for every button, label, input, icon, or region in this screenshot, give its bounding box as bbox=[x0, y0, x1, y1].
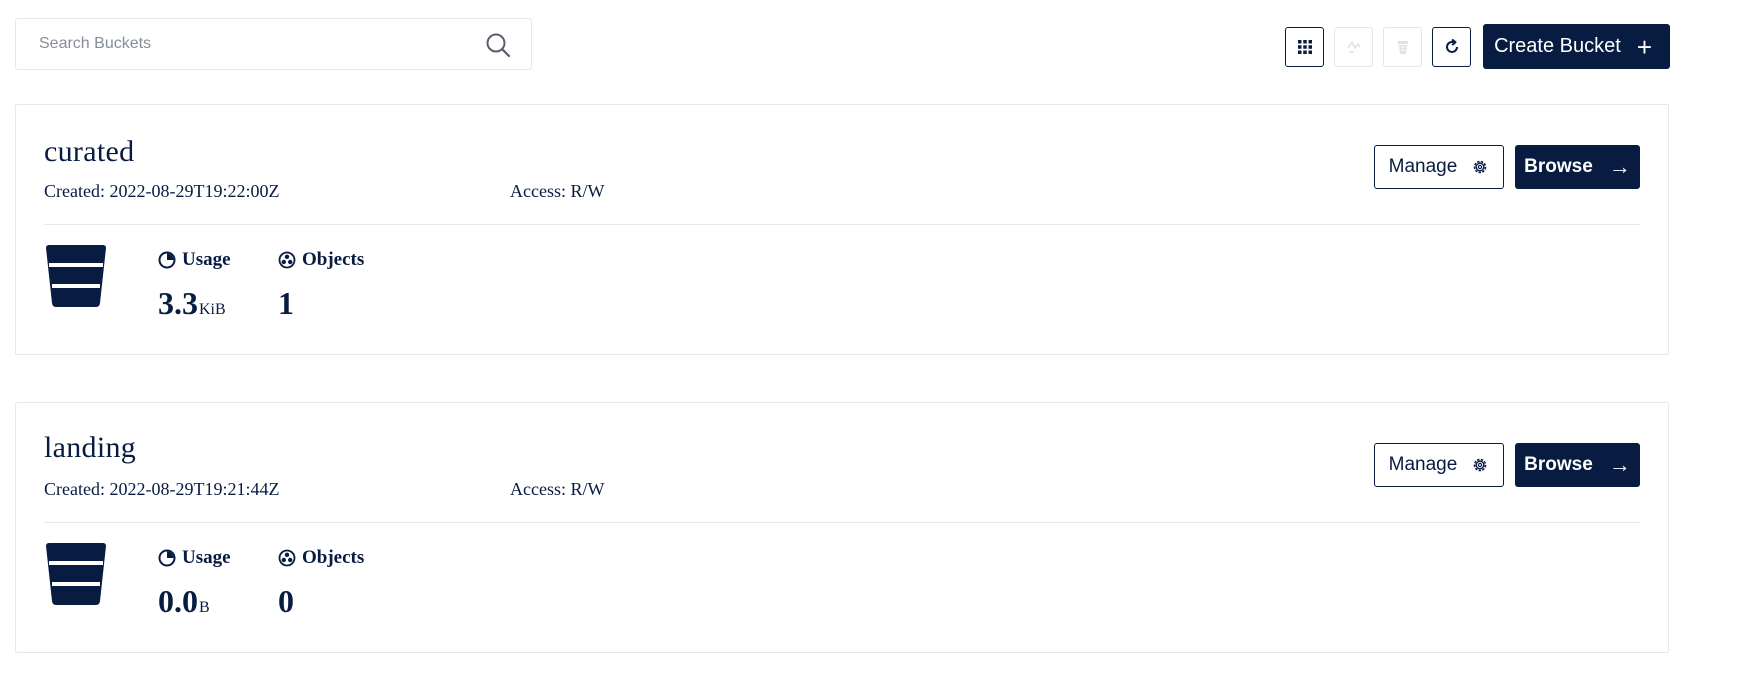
objects-metric: Objects 1 bbox=[278, 249, 364, 322]
usage-unit: B bbox=[199, 599, 210, 616]
bucket-name[interactable]: landing bbox=[44, 431, 136, 465]
bucket-name[interactable]: curated bbox=[44, 135, 134, 169]
plus-icon: + bbox=[1636, 31, 1652, 62]
usage-value: 3.3 bbox=[158, 285, 198, 321]
bucket-icon bbox=[46, 245, 106, 307]
bucket-card: landing Created: 2022-08-29T19:21:44Z Ac… bbox=[15, 402, 1669, 653]
objects-icon bbox=[278, 251, 296, 269]
gear-icon bbox=[1474, 458, 1487, 472]
objects-icon bbox=[278, 549, 296, 567]
search-icon[interactable] bbox=[485, 32, 511, 58]
browse-label: Browse bbox=[1524, 156, 1593, 177]
browse-label: Browse bbox=[1524, 454, 1593, 475]
usage-unit: KiB bbox=[199, 301, 226, 318]
bucket-created: Created: 2022-08-29T19:22:00Z bbox=[44, 181, 280, 201]
toolbar: Create Bucket + bbox=[1275, 24, 1670, 69]
divider bbox=[44, 522, 1640, 523]
usage-label: Usage bbox=[182, 249, 231, 270]
refresh-button[interactable] bbox=[1432, 26, 1472, 67]
search-box bbox=[15, 18, 532, 70]
divider bbox=[44, 224, 1640, 225]
objects-label: Objects bbox=[302, 249, 365, 270]
objects-metric: Objects 0 bbox=[278, 547, 364, 620]
refresh-icon bbox=[1445, 38, 1458, 53]
create-bucket-button[interactable]: Create Bucket + bbox=[1483, 24, 1670, 69]
multi-delete-button[interactable] bbox=[1383, 26, 1423, 67]
objects-value: 0 bbox=[278, 583, 294, 619]
multi-delete-icon bbox=[1397, 40, 1408, 54]
browse-button[interactable]: Browse → bbox=[1515, 443, 1640, 487]
arrow-right-icon: → bbox=[1608, 154, 1631, 179]
replication-icon bbox=[1346, 39, 1361, 53]
bucket-icon bbox=[46, 543, 106, 605]
manage-button[interactable]: Manage bbox=[1374, 443, 1504, 487]
grid-view-icon bbox=[1297, 39, 1312, 54]
grid-view-button[interactable] bbox=[1285, 26, 1325, 67]
browse-button[interactable]: Browse → bbox=[1515, 145, 1640, 189]
search-input[interactable] bbox=[16, 19, 476, 69]
usage-metric: Usage 3.3KiB bbox=[158, 249, 231, 322]
manage-label: Manage bbox=[1388, 156, 1458, 177]
manage-label: Manage bbox=[1388, 454, 1458, 475]
objects-value: 1 bbox=[278, 285, 294, 321]
create-bucket-label: Create Bucket bbox=[1494, 35, 1621, 57]
bucket-card: curated Created: 2022-08-29T19:22:00Z Ac… bbox=[15, 104, 1669, 355]
usage-pie-icon bbox=[158, 251, 176, 269]
replication-button[interactable] bbox=[1334, 26, 1374, 67]
usage-pie-icon bbox=[158, 549, 176, 567]
bucket-created: Created: 2022-08-29T19:21:44Z bbox=[44, 479, 280, 499]
bucket-actions: Manage Browse → bbox=[1374, 145, 1640, 189]
bucket-access: Access: R/W bbox=[510, 479, 605, 499]
manage-button[interactable]: Manage bbox=[1374, 145, 1504, 189]
usage-metric: Usage 0.0B bbox=[158, 547, 231, 620]
bucket-access: Access: R/W bbox=[510, 181, 605, 201]
gear-icon bbox=[1474, 160, 1487, 174]
usage-value: 0.0 bbox=[158, 583, 198, 619]
arrow-right-icon: → bbox=[1608, 452, 1631, 477]
objects-label: Objects bbox=[302, 547, 365, 568]
bucket-actions: Manage Browse → bbox=[1374, 443, 1640, 487]
usage-label: Usage bbox=[182, 547, 231, 568]
